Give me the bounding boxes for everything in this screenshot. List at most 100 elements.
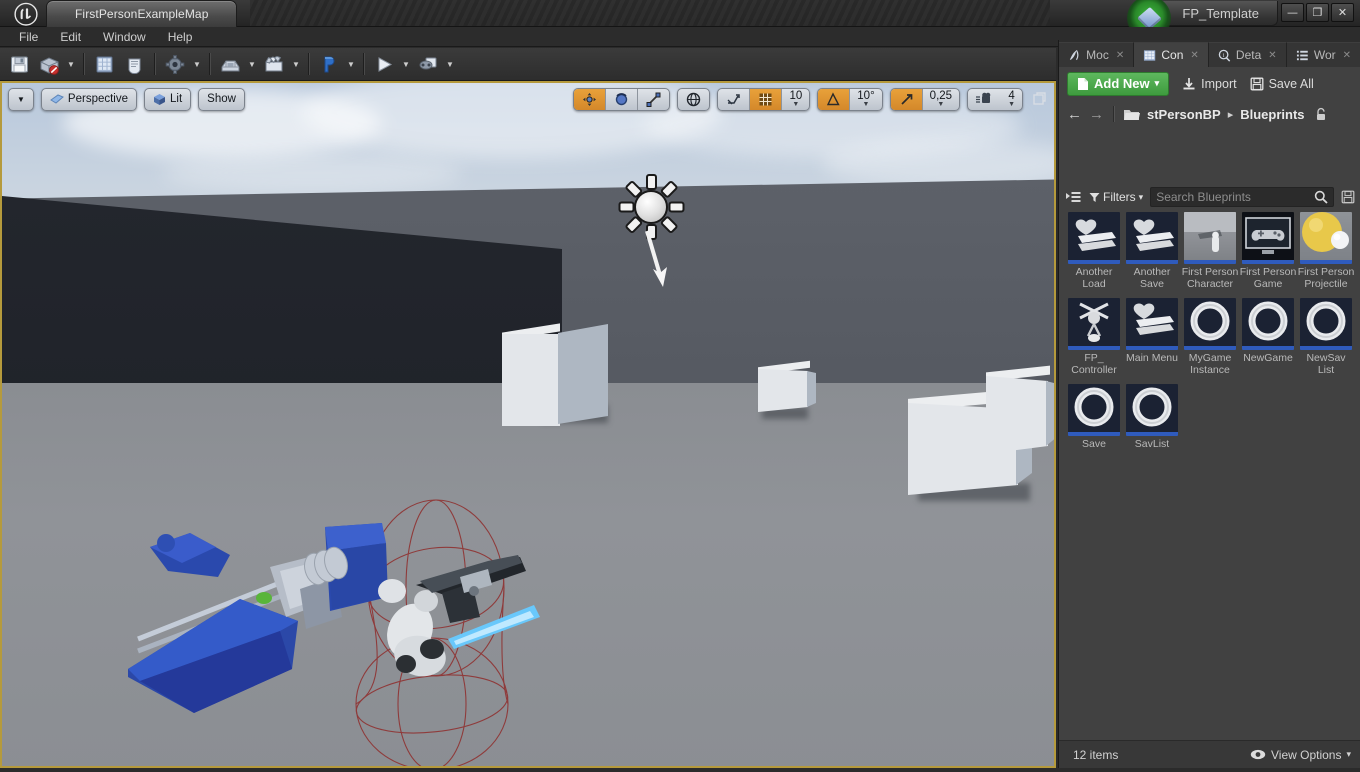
view-mode-group[interactable]: Lit <box>144 87 192 111</box>
menu-help[interactable]: Help <box>157 27 204 47</box>
snapping-group[interactable]: 10 ▼ <box>717 87 811 111</box>
project-name-pill[interactable]: FP_Template <box>1127 0 1278 40</box>
view-options-button[interactable]: View Options ▾ <box>1250 748 1351 762</box>
translate-mode-button[interactable] <box>574 88 606 110</box>
tab-close-icon[interactable]: ✕ <box>1343 50 1351 61</box>
menu-edit[interactable]: Edit <box>49 27 92 47</box>
import-button[interactable]: Import <box>1182 77 1237 91</box>
asset-tile[interactable]: Main Menu <box>1123 298 1181 376</box>
menu-file[interactable]: File <box>8 27 49 47</box>
camera-speed-group[interactable]: 4 ▼ <box>967 87 1023 111</box>
light-direction-arrow-icon <box>645 230 667 287</box>
save-search-icon[interactable] <box>1341 190 1355 204</box>
scale-snap-value[interactable]: 0,25 ▼ <box>923 89 959 110</box>
world-coordinates-button[interactable] <box>678 89 709 110</box>
launch-button[interactable] <box>413 50 443 78</box>
camera-mode-group[interactable]: Perspective <box>40 87 138 111</box>
source-control-dropdown-arrow-icon[interactable]: ▼ <box>64 50 78 78</box>
tab-world-outliner[interactable]: Wor ✕ <box>1286 42 1360 67</box>
asset-tile[interactable]: First Person Game <box>1239 212 1297 290</box>
asset-tile[interactable]: NewSav List <box>1297 298 1355 376</box>
content-button[interactable] <box>89 50 119 78</box>
tab-modes[interactable]: Moc ✕ <box>1059 42 1135 67</box>
asset-tile[interactable]: Another Load <box>1065 212 1123 290</box>
viewport-options-group[interactable]: ▼ <box>8 87 34 111</box>
level-tab[interactable]: FirstPersonExampleMap <box>46 0 238 27</box>
cinematics-dropdown-arrow-icon[interactable]: ▼ <box>289 50 303 78</box>
maximize-viewport-button[interactable] <box>1032 91 1048 107</box>
breadcrumb-item-0[interactable]: stPersonBP <box>1147 107 1221 122</box>
save-all-button[interactable]: Save All <box>1250 77 1314 91</box>
asset-label: Another Save <box>1133 266 1171 290</box>
level-viewport[interactable]: Z X Y ▼ Perspective <box>0 81 1056 768</box>
asset-tile[interactable]: First Person Character <box>1181 212 1239 290</box>
view-mode-button[interactable]: Lit <box>145 89 190 110</box>
cinematics-button[interactable] <box>259 50 289 78</box>
build-button[interactable] <box>314 50 344 78</box>
scene-box-back-right[interactable] <box>982 365 1054 455</box>
play-button[interactable] <box>369 50 399 78</box>
asset-tile[interactable]: SavList <box>1123 384 1181 451</box>
play-dropdown-arrow-icon[interactable]: ▼ <box>399 50 413 78</box>
blueprints-button[interactable] <box>215 50 245 78</box>
sources-panel-toggle-icon[interactable] <box>1065 190 1082 205</box>
add-new-button[interactable]: Add New ▾ <box>1067 71 1170 96</box>
restore-button[interactable]: ❐ <box>1306 3 1329 22</box>
asset-tile[interactable]: Another Save <box>1123 212 1181 290</box>
surface-snap-button[interactable] <box>718 89 749 110</box>
save-current-button[interactable] <box>4 50 34 78</box>
transform-mode-group[interactable] <box>573 87 671 111</box>
viewport-options-button[interactable]: ▼ <box>9 89 33 110</box>
rotate-mode-button[interactable] <box>606 89 637 110</box>
marketplace-button[interactable] <box>119 50 149 78</box>
tab-close-icon[interactable]: ✕ <box>1190 50 1198 61</box>
tab-close-icon[interactable]: ✕ <box>1116 50 1124 61</box>
angle-snap-value[interactable]: 10° ▼ <box>850 89 881 110</box>
asset-tile[interactable]: NewGame <box>1239 298 1297 376</box>
camera-speed-value[interactable]: 4 ▼ <box>1001 89 1022 110</box>
nav-back-button[interactable]: ← <box>1067 106 1082 123</box>
main-toolbar: ▼ ▼ ▼ ▼ ▼ ▼ ▼ <box>0 48 1056 81</box>
launch-dropdown-arrow-icon[interactable]: ▼ <box>443 50 457 78</box>
asset-tile[interactable]: First Person Projectile <box>1297 212 1355 290</box>
scale-snap-group[interactable]: 0,25 ▼ <box>889 87 961 111</box>
angle-snap-toggle[interactable] <box>818 88 850 110</box>
nav-forward-button[interactable]: → <box>1089 106 1104 123</box>
scale-mode-button[interactable] <box>638 89 669 110</box>
lock-icon[interactable] <box>1314 107 1328 121</box>
project-name-label: FP_Template <box>1182 5 1259 21</box>
camera-perspective-button[interactable]: Perspective <box>42 89 136 110</box>
chevron-down-icon: ▾ <box>1138 191 1144 202</box>
show-flags-group[interactable]: Show <box>198 87 245 111</box>
camera-speed-button[interactable] <box>968 89 1001 110</box>
blueprints-dropdown-arrow-icon[interactable]: ▼ <box>245 50 259 78</box>
asset-tile[interactable]: MyGame Instance <box>1181 298 1239 376</box>
grid-snap-toggle[interactable] <box>750 88 782 110</box>
asset-tile[interactable]: FP_ Controller <box>1065 298 1123 376</box>
scene-box-large[interactable] <box>500 256 612 426</box>
tab-content-browser[interactable]: Con ✕ <box>1134 42 1209 67</box>
angle-snap-group[interactable]: 10° ▼ <box>817 87 883 111</box>
breadcrumb-item-1[interactable]: Blueprints <box>1240 107 1304 122</box>
menu-window[interactable]: Window <box>92 27 157 47</box>
settings-dropdown-arrow-icon[interactable]: ▼ <box>190 50 204 78</box>
minimize-button[interactable]: — <box>1281 3 1304 22</box>
build-dropdown-arrow-icon[interactable]: ▼ <box>344 50 358 78</box>
first-person-weapon-mesh[interactable] <box>120 481 550 766</box>
search-input[interactable]: Search Blueprints <box>1150 187 1334 207</box>
source-control-button[interactable] <box>34 50 64 78</box>
asset-tile[interactable]: Save <box>1065 384 1123 451</box>
filters-button[interactable]: Filters ▾ <box>1089 190 1143 204</box>
svg-text:i: i <box>1223 52 1225 58</box>
show-button[interactable]: Show <box>199 89 244 110</box>
grid-snap-value[interactable]: 10 ▼ <box>782 89 809 110</box>
tab-close-icon[interactable]: ✕ <box>1268 50 1276 61</box>
unreal-engine-logo-icon[interactable] <box>6 1 46 26</box>
asset-label: First Person Character <box>1181 266 1239 290</box>
tab-details[interactable]: i Deta ✕ <box>1208 42 1287 67</box>
settings-button[interactable] <box>160 50 190 78</box>
close-button[interactable]: ✕ <box>1331 3 1354 22</box>
scene-box-mid[interactable] <box>756 360 818 412</box>
coordinate-system-group[interactable] <box>677 87 711 111</box>
scale-snap-toggle[interactable] <box>890 88 922 110</box>
